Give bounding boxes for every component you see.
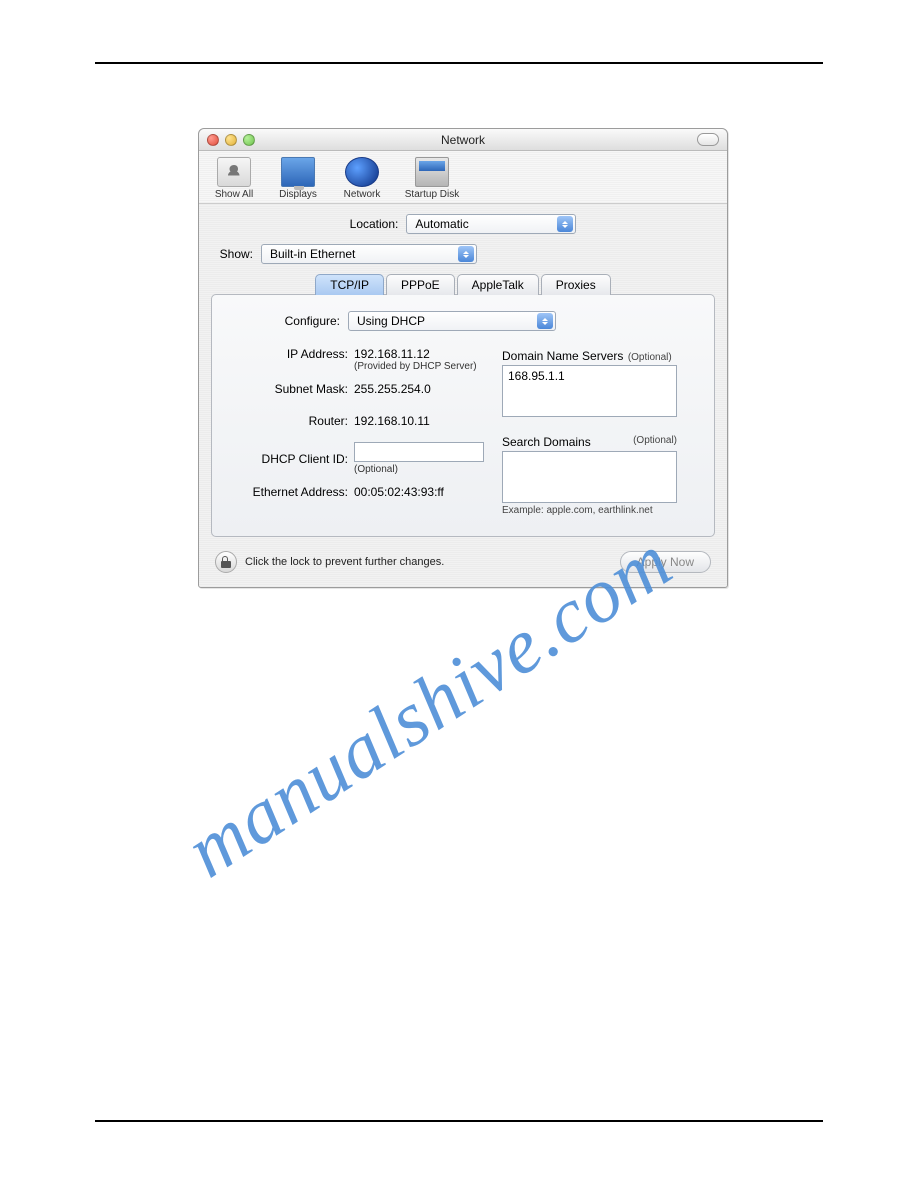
tab-proxies[interactable]: Proxies [541, 274, 611, 295]
lock-button[interactable] [215, 551, 237, 573]
router-value: 192.168.10.11 [354, 414, 430, 428]
location-value: Automatic [415, 217, 468, 231]
tab-pppoe[interactable]: PPPoE [386, 274, 455, 295]
toolbar-show-all[interactable]: Show All [209, 157, 259, 200]
location-select[interactable]: Automatic [406, 214, 576, 234]
ethernet-address-label: Ethernet Address: [230, 485, 348, 499]
tab-tcpip[interactable]: TCP/IP [315, 274, 384, 295]
subnet-mask-label: Subnet Mask: [230, 382, 348, 396]
show-label: Show: [211, 247, 253, 261]
dhcp-client-id-label: DHCP Client ID: [230, 452, 348, 466]
chevron-updown-icon [537, 313, 553, 329]
chevron-updown-icon [458, 246, 474, 262]
lock-help-text: Click the lock to prevent further change… [245, 556, 444, 568]
network-icon [345, 157, 379, 187]
show-all-icon [217, 157, 251, 187]
ethernet-address-value: 00:05:02:43:93:ff [354, 485, 444, 499]
configure-select[interactable]: Using DHCP [348, 311, 556, 331]
ip-address-label: IP Address: [230, 347, 348, 361]
preferences-toolbar: Show All Displays Network Startup Disk [199, 151, 727, 204]
toolbar-displays[interactable]: Displays [273, 157, 323, 200]
search-domains-optional: (Optional) [633, 435, 677, 451]
window-titlebar: Network [199, 129, 727, 151]
dns-label: Domain Name Servers [502, 349, 623, 363]
page-rule-bottom [95, 1120, 823, 1122]
show-value: Built-in Ethernet [270, 247, 355, 261]
search-domains-label: Search Domains [502, 435, 591, 449]
window-title: Network [199, 133, 727, 147]
ip-address-value: 192.168.11.12 [354, 347, 477, 361]
dns-input[interactable]: 168.95.1.1 [502, 365, 677, 417]
location-label: Location: [350, 217, 399, 231]
toolbar-toggle-icon[interactable] [697, 133, 719, 146]
tab-bar: TCP/IP PPPoE AppleTalk Proxies [211, 274, 715, 295]
dhcp-client-id-input[interactable] [354, 442, 484, 462]
toolbar-label: Startup Disk [401, 189, 463, 200]
dhcp-client-id-note: (Optional) [354, 464, 484, 475]
configure-value: Using DHCP [357, 314, 425, 328]
network-preferences-window: Network Show All Displays Network Startu… [198, 128, 728, 588]
startup-disk-icon [415, 157, 449, 187]
displays-icon [281, 157, 315, 187]
search-domains-example: Example: apple.com, earthlink.net [502, 505, 696, 516]
tab-appletalk[interactable]: AppleTalk [457, 274, 539, 295]
dns-optional: (Optional) [628, 352, 672, 363]
ip-address-note: (Provided by DHCP Server) [354, 361, 477, 372]
lock-icon [221, 556, 231, 568]
toolbar-label: Network [337, 189, 387, 200]
tcpip-panel: Configure: Using DHCP IP Address: 192.16… [211, 294, 715, 537]
subnet-mask-value: 255.255.254.0 [354, 382, 431, 396]
search-domains-input[interactable] [502, 451, 677, 503]
router-label: Router: [230, 414, 348, 428]
apply-now-button[interactable]: Apply Now [620, 551, 711, 573]
chevron-updown-icon [557, 216, 573, 232]
page-rule-top [95, 62, 823, 64]
show-select[interactable]: Built-in Ethernet [261, 244, 477, 264]
toolbar-label: Displays [273, 189, 323, 200]
toolbar-label: Show All [209, 189, 259, 200]
toolbar-startup-disk[interactable]: Startup Disk [401, 157, 463, 200]
toolbar-network[interactable]: Network [337, 157, 387, 200]
configure-label: Configure: [230, 314, 340, 328]
